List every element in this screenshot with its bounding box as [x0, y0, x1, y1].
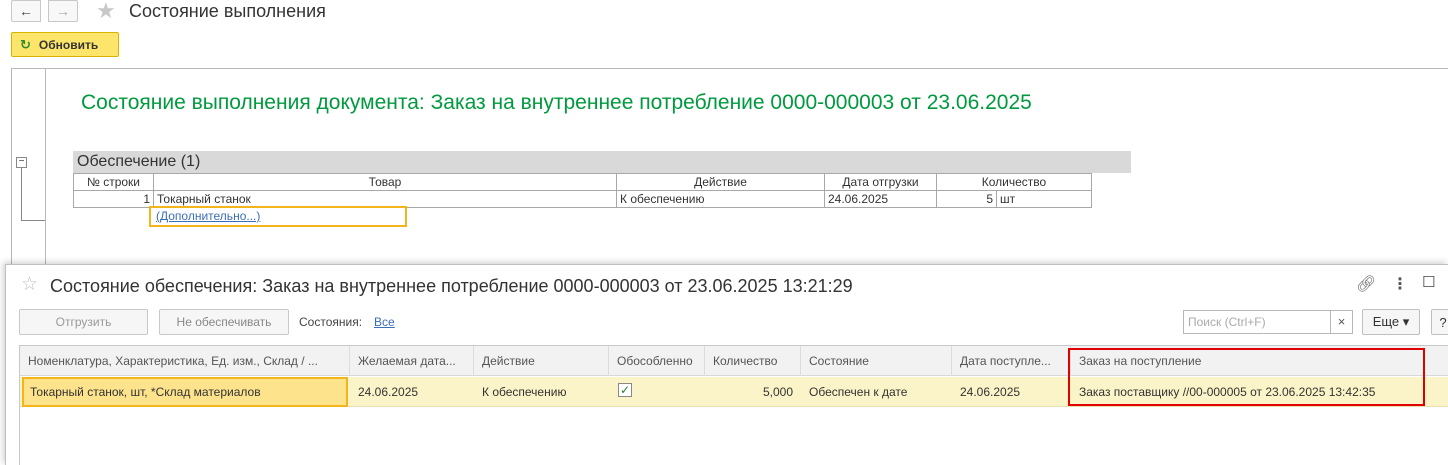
cell-desired-date[interactable]: 24.06.2025	[350, 377, 474, 407]
cell-receipt-date[interactable]: 24.06.2025	[952, 377, 1071, 407]
report-table: № строки Товар Действие Дата отгрузки Ко…	[73, 173, 1092, 208]
col-action: Действие	[616, 173, 825, 191]
provision-state-form: ☆ Состояние обеспечения: Заказ на внутре…	[5, 264, 1448, 465]
col-ship-date: Дата отгрузки	[824, 173, 937, 191]
clear-search-icon[interactable]: ×	[1331, 310, 1353, 334]
col-desired-date[interactable]: Желаемая дата...	[350, 346, 474, 376]
section-header: Обеспечение (1)	[73, 151, 1131, 173]
separate-checkbox[interactable]: ✓	[618, 383, 632, 397]
collapse-group-icon[interactable]: −	[16, 157, 27, 168]
help-button[interactable]: ?	[1431, 309, 1448, 335]
more-vertical-icon[interactable]: ⋮	[1392, 274, 1408, 294]
back-button[interactable]: ←	[11, 0, 41, 22]
col-item[interactable]: Номенклатура, Характеристика, Ед. изм., …	[20, 346, 350, 376]
refresh-label: Обновить	[38, 37, 99, 52]
no-provision-button[interactable]: Не обеспечивать	[159, 309, 289, 335]
cell-state[interactable]: Обеспечен к дате	[801, 377, 952, 407]
cell-ship-date: 24.06.2025	[824, 190, 937, 208]
search-input[interactable]	[1183, 310, 1331, 334]
more-details-link[interactable]: (Дополнительно...)	[149, 206, 407, 227]
maximize-icon[interactable]: ☐	[1422, 273, 1435, 291]
cell-line: 1	[73, 190, 154, 208]
group-line	[21, 168, 22, 220]
report-gutter	[45, 69, 46, 269]
cell-action: К обеспечению	[616, 190, 825, 208]
more-menu-button[interactable]: Еще ▾	[1362, 309, 1420, 335]
refresh-button[interactable]: ↻ Обновить	[11, 32, 119, 57]
window-title: Состояние выполнения	[129, 1, 326, 21]
star-icon[interactable]: ☆	[21, 274, 38, 296]
report-area: Состояние выполнения документа: Заказ на…	[11, 68, 1448, 269]
forward-button[interactable]: →	[48, 0, 78, 22]
ship-button[interactable]: Отгрузить	[19, 309, 148, 335]
col-line-number: № строки	[73, 173, 154, 191]
favorite-star-icon[interactable]: ★	[96, 0, 116, 22]
cell-product[interactable]: Токарный станок	[153, 190, 617, 208]
col-quantity: Количество	[936, 173, 1092, 191]
table-row: 1 Токарный станок К обеспечению 24.06.20…	[73, 190, 1092, 208]
states-filter-link[interactable]: Все	[374, 315, 395, 329]
cell-qty: 5	[936, 190, 997, 208]
cell-unit: шт	[996, 190, 1092, 208]
cell-quantity[interactable]: 5,000	[705, 377, 801, 407]
group-line	[21, 220, 45, 221]
col-separate[interactable]: Обособленно	[609, 346, 705, 376]
col-product: Товар	[153, 173, 617, 191]
arrow-right-icon: →	[56, 3, 70, 19]
cell-item[interactable]: Токарный станок, шт, *Склад материалов	[22, 377, 348, 407]
form-title: Состояние обеспечения: Заказ на внутренн…	[50, 276, 853, 296]
cell-action[interactable]: К обеспечению	[474, 377, 609, 407]
col-quantity[interactable]: Количество	[705, 346, 801, 376]
col-action[interactable]: Действие	[474, 346, 609, 376]
arrow-left-icon: ←	[19, 3, 33, 19]
report-table-header: № строки Товар Действие Дата отгрузки Ко…	[73, 173, 1092, 191]
col-receipt-date[interactable]: Дата поступле...	[952, 346, 1071, 376]
refresh-icon: ↻	[20, 36, 31, 52]
report-title: Состояние выполнения документа: Заказ на…	[81, 91, 1032, 114]
link-icon[interactable]: 🔗︎	[1356, 274, 1376, 294]
highlight-frame	[1068, 348, 1425, 406]
col-state[interactable]: Состояние	[801, 346, 952, 376]
states-label: Состояния:	[299, 315, 363, 329]
